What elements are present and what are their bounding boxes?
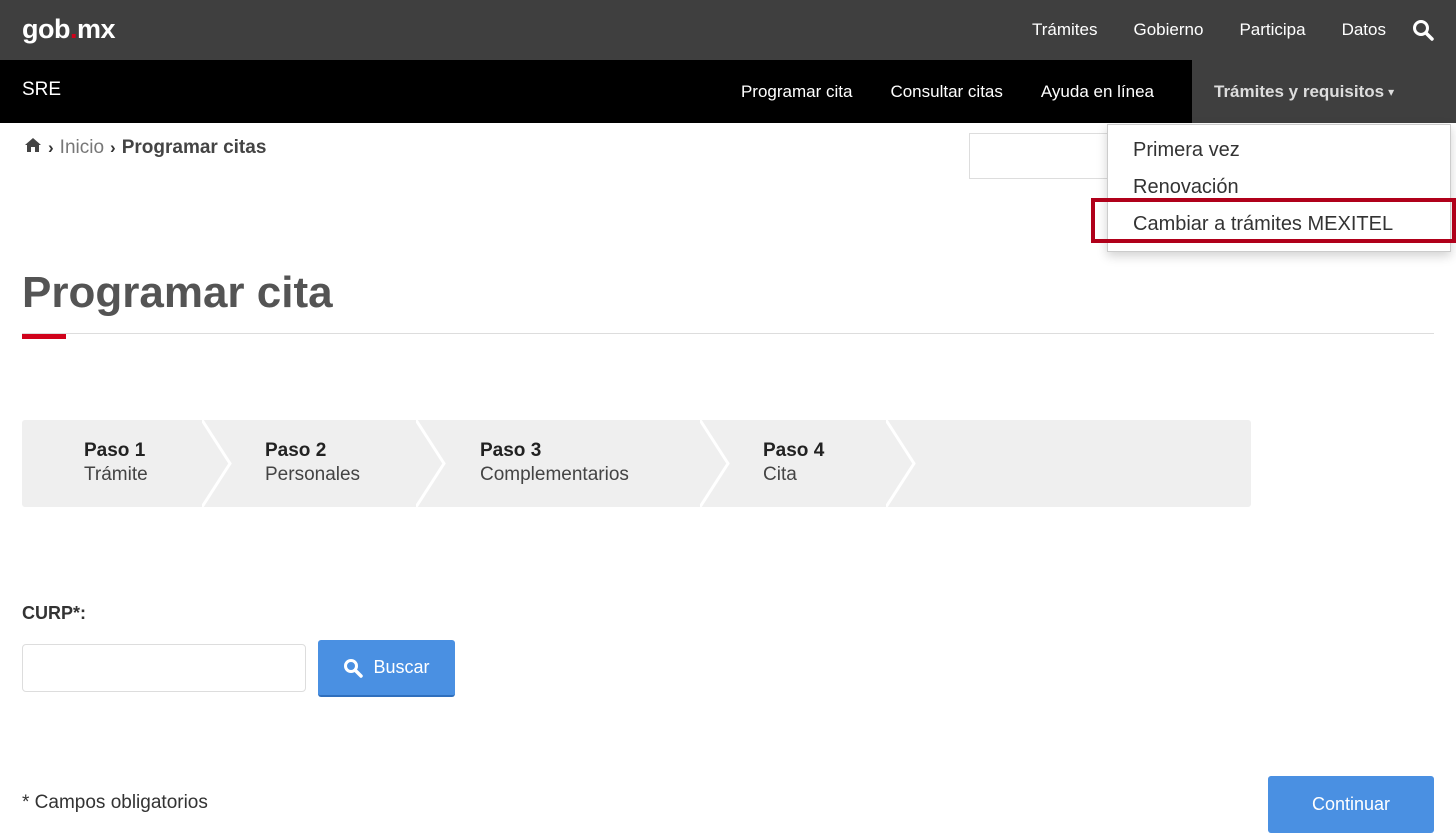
step-1: Paso 1 Trámite	[84, 439, 148, 487]
menu-item-renovacion[interactable]: Renovación	[1133, 176, 1239, 199]
top-nav-links: Trámites Gobierno Participa Datos	[996, 0, 1434, 60]
nav-gobierno[interactable]: Gobierno	[1134, 20, 1204, 40]
step-3-name: Complementarios	[480, 464, 629, 485]
chevron-down-icon: ▾	[1388, 84, 1395, 99]
required-fields-note: * Campos obligatorios	[22, 792, 208, 813]
site-search-input[interactable]	[969, 133, 1119, 179]
breadcrumb-separator: ›	[48, 138, 54, 157]
step-1-number: Paso 1	[84, 440, 146, 461]
breadcrumb-separator: ›	[110, 138, 116, 157]
top-navbar: gob.mx Trámites Gobierno Participa Datos	[0, 0, 1456, 60]
step-3: Paso 3 Complementarios	[480, 439, 629, 487]
step-progress-bar: Paso 1 Trámite Paso 2 Personales Paso 3 …	[22, 420, 1251, 507]
nav-ayuda-en-linea[interactable]: Ayuda en línea	[1041, 82, 1154, 102]
search-icon	[344, 658, 364, 678]
curp-label: CURP*:	[22, 603, 87, 623]
nav-participa[interactable]: Participa	[1239, 20, 1305, 40]
nav-consultar-citas[interactable]: Consultar citas	[890, 82, 1002, 102]
search-button-label: Buscar	[373, 657, 430, 677]
sre-navbar: SRE Programar cita Consultar citas Ayuda…	[0, 60, 1456, 123]
step-chevron-divider	[886, 420, 916, 507]
step-4-number: Paso 4	[763, 440, 825, 461]
search-icon[interactable]	[1412, 19, 1434, 41]
step-2-number: Paso 2	[265, 440, 327, 461]
step-4: Paso 4 Cita	[763, 439, 824, 487]
continue-button[interactable]: Continuar	[1268, 776, 1434, 833]
breadcrumb-inicio[interactable]: Inicio	[60, 137, 104, 159]
title-accent-bar	[22, 334, 66, 339]
step-chevron-divider	[416, 420, 446, 507]
breadcrumb: › Inicio › Programar citas	[24, 137, 266, 159]
nav-tramites-y-requisitos-label: Trámites y requisitos	[1214, 81, 1385, 101]
step-4-name: Cita	[763, 464, 797, 485]
gobmx-logo[interactable]: gob.mx	[22, 14, 116, 45]
step-chevron-divider	[700, 420, 730, 507]
sre-nav-links: Programar cita Consultar citas Ayuda en …	[741, 60, 1456, 123]
nav-datos[interactable]: Datos	[1342, 20, 1386, 40]
step-1-name: Trámite	[84, 464, 148, 485]
breadcrumb-current: Programar citas	[121, 137, 267, 158]
step-2: Paso 2 Personales	[265, 439, 360, 487]
step-2-name: Personales	[265, 464, 361, 485]
title-divider	[22, 333, 1434, 334]
nav-programar-cita[interactable]: Programar cita	[741, 82, 852, 102]
search-button[interactable]: Buscar	[318, 640, 455, 697]
curp-input[interactable]	[22, 644, 306, 692]
step-3-number: Paso 3	[480, 440, 542, 461]
step-chevron-divider	[202, 420, 232, 507]
nav-tramites[interactable]: Trámites	[1032, 20, 1098, 40]
home-icon[interactable]	[24, 137, 42, 159]
menu-item-primera-vez[interactable]: Primera vez	[1133, 139, 1240, 162]
highlight-box	[1091, 198, 1456, 243]
sre-title[interactable]: SRE	[22, 79, 61, 101]
nav-tramites-y-requisitos[interactable]: Trámites y requisitos ▾	[1192, 60, 1456, 123]
page-title: Programar cita	[22, 268, 333, 317]
